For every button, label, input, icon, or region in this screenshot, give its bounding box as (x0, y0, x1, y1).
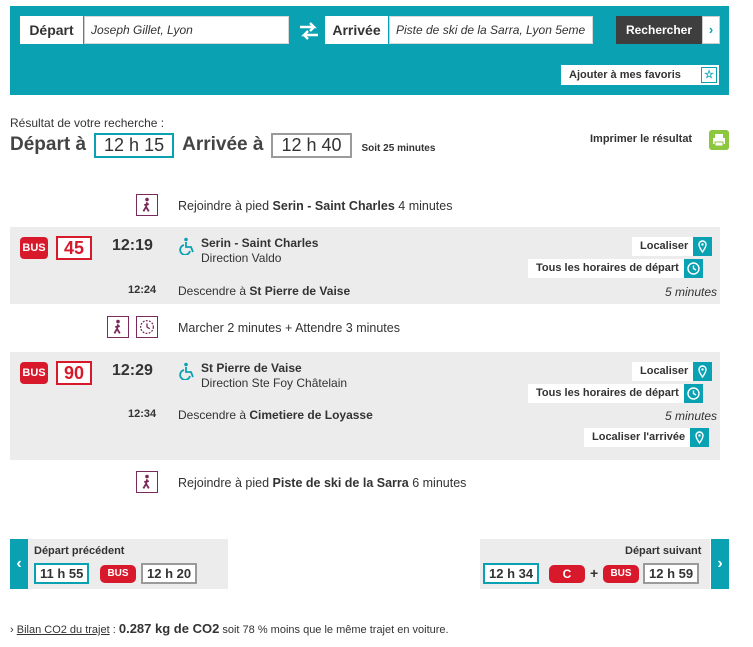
clock-icon (683, 384, 703, 403)
locate-label: Localiser (640, 365, 689, 377)
walk-end-prefix: Rejoindre à pied (178, 476, 270, 490)
c-line-mode-icon: C (549, 565, 585, 583)
previous-arrival-time: 12 h 20 (141, 563, 198, 584)
walk-start-suffix: 4 minutes (398, 199, 453, 213)
alight-prefix: Descendre à (178, 408, 247, 422)
locate-arrival-button[interactable]: Localiser l'arrivée (584, 428, 710, 447)
bus-mode-icon: BUS (100, 565, 136, 583)
all-schedules-label: Tous les horaires de départ (536, 262, 679, 274)
map-pin-icon (693, 237, 713, 256)
result-summary: Départ à 12 h 15 Arrivée à 12 h 40 Soit … (10, 132, 435, 158)
co2-colon: : (109, 624, 116, 636)
depart-label: Départ (20, 16, 83, 44)
all-schedules-label: Tous les horaires de départ (536, 387, 679, 399)
alight-text: Descendre à Cimetiere de Loyasse (178, 408, 373, 422)
depart-time: 12 h 15 (94, 132, 175, 158)
alight-stop: St Pierre de Vaise (249, 284, 351, 298)
bus-mode-icon: BUS (20, 362, 48, 384)
wheelchair-icon (179, 362, 194, 380)
bus-mode-icon: BUS (603, 565, 639, 583)
walk-end-suffix: 6 minutes (412, 476, 467, 490)
departure-time: 12:29 (112, 362, 153, 379)
previous-departure-arrow[interactable]: ‹ (10, 539, 28, 589)
locate-label: Localiser (640, 240, 689, 252)
walk-start-prefix: Rejoindre à pied (178, 199, 270, 213)
next-departure-title: Départ suivant (625, 545, 702, 557)
arrival-time: 12:34 (128, 408, 157, 420)
locate-button[interactable]: Localiser (632, 237, 713, 256)
search-panel: Départ Joseph Gillet, Lyon Arrivée Piste… (10, 6, 729, 95)
boarding-stop: Serin - Saint Charles (201, 236, 319, 250)
leg-duration: 5 minutes (665, 285, 718, 299)
depart-at-label: Départ à (10, 134, 87, 155)
next-departure-arrow[interactable]: › (711, 539, 729, 589)
alight-text: Descendre à St Pierre de Vaise (178, 284, 350, 298)
line-number[interactable]: 45 (56, 236, 92, 260)
walk-end-place: Piste de ski de la Sarra (272, 476, 409, 490)
map-pin-icon (693, 362, 713, 381)
co2-link[interactable]: Bilan CO2 du trajet (17, 624, 110, 636)
next-arrival-time: 12 h 59 (643, 563, 700, 584)
walk-start-text: Rejoindre à pied Serin - Saint Charles 4… (178, 199, 452, 213)
co2-summary: › Bilan CO2 du trajet : 0.287 kg de CO2 … (10, 621, 449, 636)
co2-comparison: soit 78 % moins que le même trajet en vo… (222, 624, 449, 636)
leg-duration: 5 minutes (665, 409, 718, 423)
walk-end-text: Rejoindre à pied Piste de ski de la Sarr… (178, 476, 466, 490)
direction-text: Direction Ste Foy Châtelain (201, 376, 348, 390)
boarding-stop: St Pierre de Vaise (201, 361, 302, 375)
clock-icon (683, 259, 703, 278)
direction-text: Direction Valdo (201, 251, 282, 265)
walking-icon (136, 194, 158, 216)
add-favorites-button[interactable]: Ajouter à mes favoris ☆ (561, 65, 719, 85)
arrival-time: 12:24 (128, 284, 157, 296)
locate-button[interactable]: Localiser (632, 362, 713, 381)
alight-prefix: Descendre à (178, 284, 247, 298)
duration-text: Soit 25 minutes (361, 142, 436, 154)
result-caption: Résultat de votre recherche : (10, 116, 165, 130)
all-schedules-button[interactable]: Tous les horaires de départ (528, 259, 703, 278)
swap-arrows-icon[interactable] (296, 18, 322, 44)
previous-departure-title: Départ précédent (34, 545, 125, 557)
departure-time: 12:19 (112, 237, 153, 254)
line-number[interactable]: 90 (56, 361, 92, 385)
depart-input[interactable]: Joseph Gillet, Lyon (84, 16, 289, 44)
arrivee-time: 12 h 40 (271, 132, 352, 158)
plus-sign: + (590, 565, 599, 581)
co2-value: 0.287 kg de CO2 (118, 621, 220, 636)
search-button[interactable]: Rechercher (616, 16, 702, 44)
next-departure-time: 12 h 34 (483, 563, 540, 584)
wait-clock-icon (136, 316, 158, 338)
walking-icon (107, 316, 129, 338)
add-favorites-label: Ajouter à mes favoris (569, 69, 681, 81)
previous-departure-time: 11 h 55 (34, 563, 90, 584)
arrivee-label: Arrivée (325, 16, 388, 44)
alight-stop: Cimetiere de Loyasse (249, 408, 373, 422)
locate-arrival-label: Localiser l'arrivée (592, 431, 686, 443)
print-result-link[interactable]: Imprimer le résultat (590, 133, 692, 145)
bus-mode-icon: BUS (20, 237, 48, 259)
arrivee-input[interactable]: Piste de ski de la Sarra, Lyon 5eme (389, 16, 593, 44)
walk-start-place: Serin - Saint Charles (272, 199, 395, 213)
printer-icon[interactable] (709, 130, 729, 150)
star-icon: ☆ (701, 67, 717, 83)
search-arrow-icon[interactable]: › (702, 16, 720, 44)
all-schedules-button[interactable]: Tous les horaires de départ (528, 384, 703, 403)
arrivee-at-label: Arrivée à (182, 134, 264, 155)
chevron-right-icon: › (10, 624, 14, 636)
wheelchair-icon (179, 237, 194, 255)
transfer-text: Marcher 2 minutes + Attendre 3 minutes (178, 321, 400, 335)
walking-icon (136, 471, 158, 493)
map-pin-icon (690, 428, 710, 447)
